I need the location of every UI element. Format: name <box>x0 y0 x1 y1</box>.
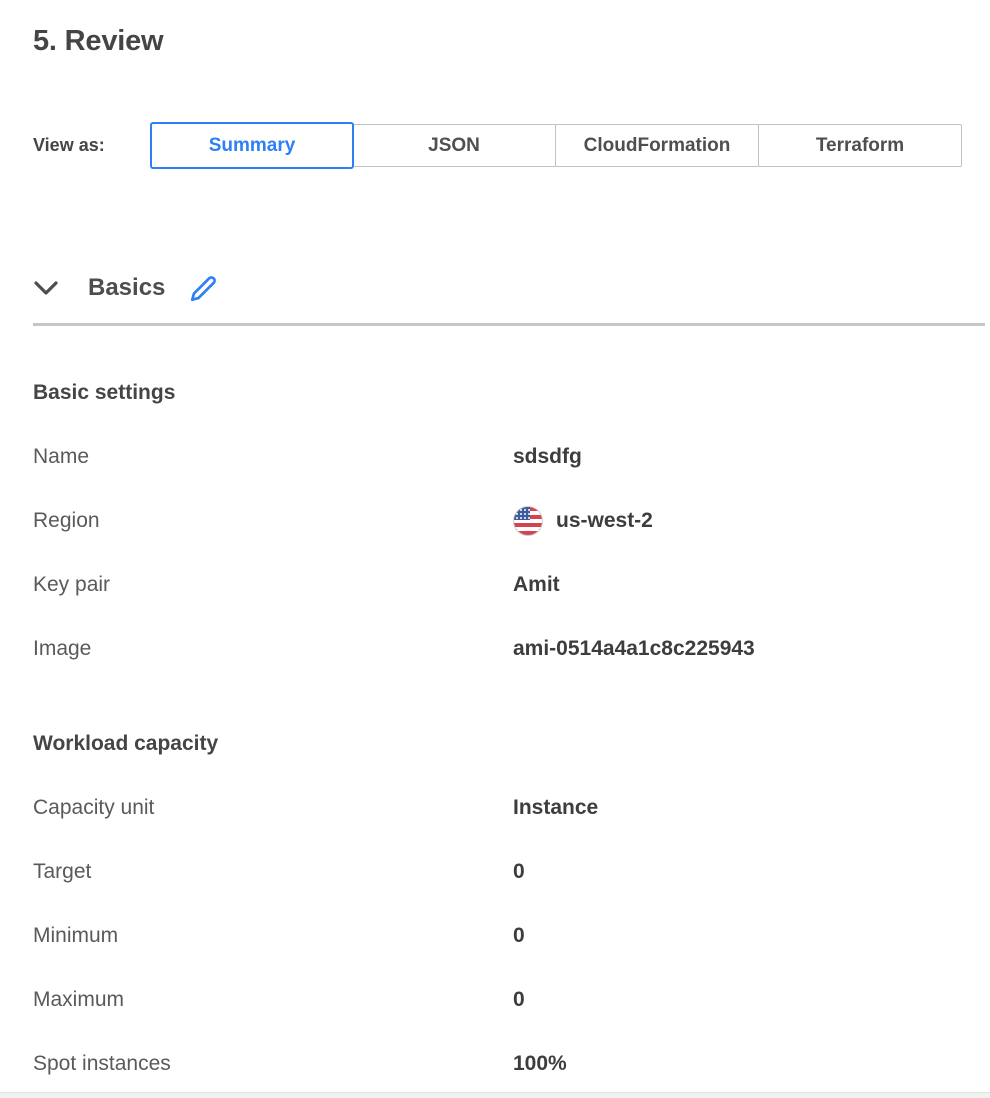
chevron-down-icon[interactable] <box>33 278 59 298</box>
group-title-workload-capacity: Workload capacity <box>33 732 963 756</box>
field-label: Image <box>33 637 513 661</box>
field-label: Spot instances <box>33 1052 513 1076</box>
tab-cloudformation[interactable]: CloudFormation <box>555 124 759 167</box>
field-row-name: Name sdsdfg <box>33 445 963 469</box>
field-row-maximum: Maximum 0 <box>33 988 963 1012</box>
tab-summary[interactable]: Summary <box>150 122 354 169</box>
field-label: Key pair <box>33 573 513 597</box>
view-as-tab-group: Summary JSON CloudFormation Terraform <box>150 122 962 169</box>
page-title: 5. Review <box>33 0 963 58</box>
field-row-spot-instances: Spot instances 100% <box>33 1052 963 1076</box>
field-row-target: Target 0 <box>33 860 963 884</box>
field-label: Region <box>33 509 513 533</box>
field-label: Capacity unit <box>33 796 513 820</box>
field-row-region: Region us-west-2 <box>33 509 963 533</box>
group-title-basic-settings: Basic settings <box>33 381 963 405</box>
next-section-divider <box>0 1092 990 1098</box>
section-divider <box>33 323 985 326</box>
field-value: 0 <box>513 988 525 1012</box>
view-as-row: View as: Summary JSON CloudFormation Ter… <box>33 122 963 169</box>
field-value: 0 <box>513 860 525 884</box>
field-value: sdsdfg <box>513 445 582 469</box>
field-label: Name <box>33 445 513 469</box>
field-value: 100% <box>513 1052 567 1076</box>
pencil-icon[interactable] <box>189 274 217 302</box>
region-value: us-west-2 <box>556 509 653 533</box>
review-page: 5. Review View as: Summary JSON CloudFor… <box>0 0 990 1098</box>
field-value: Instance <box>513 796 598 820</box>
view-as-label: View as: <box>33 135 150 156</box>
us-flag-icon <box>513 506 543 536</box>
field-value: 0 <box>513 924 525 948</box>
basics-section-header: Basics <box>33 271 963 305</box>
tab-json[interactable]: JSON <box>352 124 556 167</box>
field-value: us-west-2 <box>513 506 653 536</box>
field-row-minimum: Minimum 0 <box>33 924 963 948</box>
field-label: Minimum <box>33 924 513 948</box>
field-label: Maximum <box>33 988 513 1012</box>
field-row-capacity-unit: Capacity unit Instance <box>33 796 963 820</box>
basics-section-title: Basics <box>88 274 165 302</box>
field-label: Target <box>33 860 513 884</box>
field-row-image: Image ami-0514a4a1c8c225943 <box>33 637 963 661</box>
field-row-key-pair: Key pair Amit <box>33 573 963 597</box>
tab-terraform[interactable]: Terraform <box>758 124 962 167</box>
field-value: Amit <box>513 573 560 597</box>
field-value: ami-0514a4a1c8c225943 <box>513 637 755 661</box>
